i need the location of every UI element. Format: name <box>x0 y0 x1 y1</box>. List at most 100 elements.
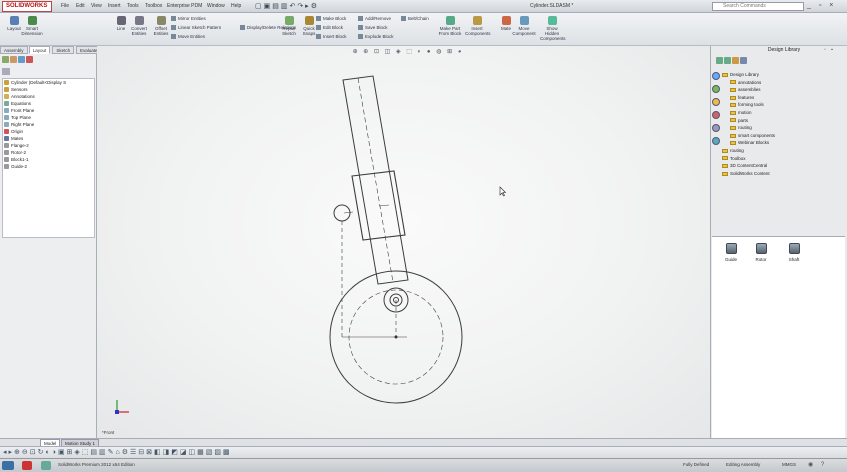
library-item-routing[interactable]: routing <box>722 147 842 155</box>
tree-item-block1-1[interactable]: Block1-1 <box>3 156 94 163</box>
property-manager-icon[interactable] <box>10 56 17 63</box>
tree-item-top-plane[interactable]: Top Plane <box>3 114 94 121</box>
ribbon-small-button-edit-block[interactable]: Edit Block <box>316 25 343 31</box>
ribbon-small-button-save-block[interactable]: Save Block <box>358 25 388 31</box>
menu-insert[interactable]: Insert <box>108 3 121 9</box>
library-item-annotations[interactable]: annotations <box>722 79 842 87</box>
library-item-features[interactable]: features <box>722 94 842 102</box>
folder-icon <box>730 133 736 138</box>
solidworks-logo[interactable]: SOLIDWORKS <box>2 1 52 12</box>
block-icon <box>4 143 9 148</box>
menu-toolbox[interactable]: Toolbox <box>145 3 162 9</box>
add-to-library-icon[interactable] <box>732 57 739 64</box>
menu-view[interactable]: View <box>91 3 102 9</box>
sketch-layout[interactable] <box>97 46 710 438</box>
ribbon-button-move-component[interactable]: Move Component <box>512 16 536 36</box>
view-palette-icon[interactable] <box>712 124 720 132</box>
bottom-toolbar-icons[interactable]: ◂▸⊕⊖⊡↻◐◑▣⊞◈⬚▤▥✎⌂⚙☰⊟⊠◧◨◩◪◫▦▧▨▩ <box>3 448 232 456</box>
tree-item-origin[interactable]: Origin <box>3 128 94 135</box>
ribbon-small-button-make-block[interactable]: Make Block <box>316 16 346 22</box>
menu-edit[interactable]: Edit <box>76 3 85 9</box>
appearances-icon[interactable] <box>712 137 720 145</box>
library-item-design-library[interactable]: Design Library <box>722 71 842 79</box>
menu-help[interactable]: Help <box>231 3 241 9</box>
configuration-manager-icon[interactable] <box>18 56 25 63</box>
status-units[interactable]: MMGS <box>782 462 796 467</box>
ribbon-small-button-explode-block[interactable]: Explode Block <box>358 34 394 40</box>
ribbon-button-show-hidden-components[interactable]: Show Hidden Components <box>540 16 566 41</box>
taskbar-app-icon[interactable] <box>41 461 51 470</box>
tab-assembly[interactable]: Assembly <box>0 46 28 54</box>
tab-sketch[interactable]: Sketch <box>52 46 75 54</box>
tree-item-annotations[interactable]: Annotations <box>3 93 94 100</box>
tree-item-right-plane[interactable]: Right Plane <box>3 121 94 128</box>
quick-access-toolbar[interactable]: ▢▣▤▥↶↷▸⚙ <box>255 2 319 10</box>
feature-tree-icon[interactable] <box>2 56 9 63</box>
ribbon-button-make-part-from-block[interactable]: Make Part From Block <box>438 16 462 36</box>
library-item-smart-components[interactable]: smart components <box>722 132 842 140</box>
resources-icon[interactable] <box>712 72 720 80</box>
block-icon <box>4 164 9 169</box>
tab-layout[interactable]: Layout <box>28 46 51 54</box>
start-icon[interactable] <box>2 461 14 470</box>
tree-item-mates[interactable]: Mates <box>3 135 94 142</box>
search-commands-input[interactable]: Search Commands <box>712 2 804 11</box>
library-part-guide[interactable]: Guide <box>720 243 742 262</box>
taskbar-solidworks-icon[interactable] <box>22 461 32 470</box>
graphics-area[interactable]: *Front <box>97 46 710 438</box>
heads-up-view-toolbar[interactable]: ⊕ ⊕ ⊡ ◫ ◈ ⬚ ◐ ● ◍ ⊞ ◕ <box>343 48 473 57</box>
forward-icon[interactable] <box>724 57 731 64</box>
search-icon[interactable] <box>712 111 720 119</box>
ribbon-small-button-belt-chain[interactable]: Belt/Chain <box>401 16 429 22</box>
ribbon-small-button-linear-sketch-pattern[interactable]: Linear Sketch Pattern <box>171 25 221 31</box>
ribbon-button-smart-dimension[interactable]: Smart Dimension <box>20 16 44 36</box>
ribbon-small-button-insert-block[interactable]: Insert Block <box>316 34 347 40</box>
library-item-parts[interactable]: parts <box>722 117 842 125</box>
library-part-rotor[interactable]: Rotor <box>750 243 772 262</box>
tree-item-front-plane[interactable]: Front Plane <box>3 107 94 114</box>
ribbon-small-button-move-entities[interactable]: Move Entities <box>171 34 205 40</box>
tree-item-guide-2[interactable]: Guide-2 <box>3 163 94 170</box>
ribbon-small-button-mirror-entities[interactable]: Mirror Entities <box>171 16 206 22</box>
ribbon-button-icon <box>156 16 166 25</box>
library-part-shaft[interactable]: Shaft <box>783 243 805 262</box>
pivot-link <box>343 211 354 214</box>
status-help-icon[interactable]: ◉ ? <box>808 461 838 470</box>
ribbon-button-offset-entities[interactable]: Offset Entities <box>149 16 173 36</box>
library-item-webinar-blocks[interactable]: Webinar Blocks <box>722 139 842 147</box>
filter-icon[interactable] <box>2 68 10 75</box>
design-library-tab-icon[interactable] <box>712 85 720 93</box>
ribbon-button-convert-entities[interactable]: Convert Entities <box>127 16 151 36</box>
add-file-location-icon[interactable] <box>740 57 747 64</box>
tree-item-equations[interactable]: Equations <box>3 100 94 107</box>
tree-item-rotor-2[interactable]: Rotor-2 <box>3 149 94 156</box>
library-item-motion[interactable]: motion <box>722 109 842 117</box>
tree-item-flange-2[interactable]: Flange-2 <box>3 142 94 149</box>
window-controls[interactable]: _ ▫ × <box>807 1 845 11</box>
tree-item-label: Block1-1 <box>11 157 29 162</box>
feature-tree: Cylinder (Default<Display S Sensors Annot… <box>2 78 95 238</box>
library-item-forming-tools[interactable]: forming tools <box>722 101 842 109</box>
ribbon-button-insert-components[interactable]: Insert Components <box>465 16 491 36</box>
library-item-3d-contentcentral[interactable]: 3D ContentCentral <box>722 162 842 170</box>
tree-item-sensors[interactable]: Sensors <box>3 86 94 93</box>
back-icon[interactable] <box>716 57 723 64</box>
display-manager-icon[interactable] <box>26 56 33 63</box>
rotor-center-point[interactable] <box>394 335 398 339</box>
block-icon <box>4 157 9 162</box>
library-item-toolbox[interactable]: Toolbox <box>722 155 842 163</box>
library-item-assemblies[interactable]: assemblies <box>722 86 842 94</box>
file-explorer-icon[interactable] <box>712 98 720 106</box>
menu-tools[interactable]: Tools <box>127 3 139 9</box>
pivot-circle[interactable] <box>333 204 351 222</box>
ribbon-small-button-display-delete-relations[interactable]: Display/Delete Relations <box>240 25 296 31</box>
library-item-solidworks-content[interactable]: SolidWorks Content <box>722 170 842 178</box>
menu-enterprise-pdm[interactable]: Enterprise PDM <box>167 3 202 9</box>
tree-root[interactable]: Cylinder (Default<Display S <box>3 79 94 86</box>
ribbon-small-icon <box>316 16 321 22</box>
ribbon-small-button-add-remove[interactable]: Add/Remove <box>358 16 391 22</box>
library-item-routing[interactable]: routing <box>722 124 842 132</box>
task-pane-pin-icon[interactable]: ▫ ▪ <box>824 47 844 53</box>
menu-window[interactable]: Window <box>207 3 225 9</box>
menu-file[interactable]: File <box>61 3 69 9</box>
